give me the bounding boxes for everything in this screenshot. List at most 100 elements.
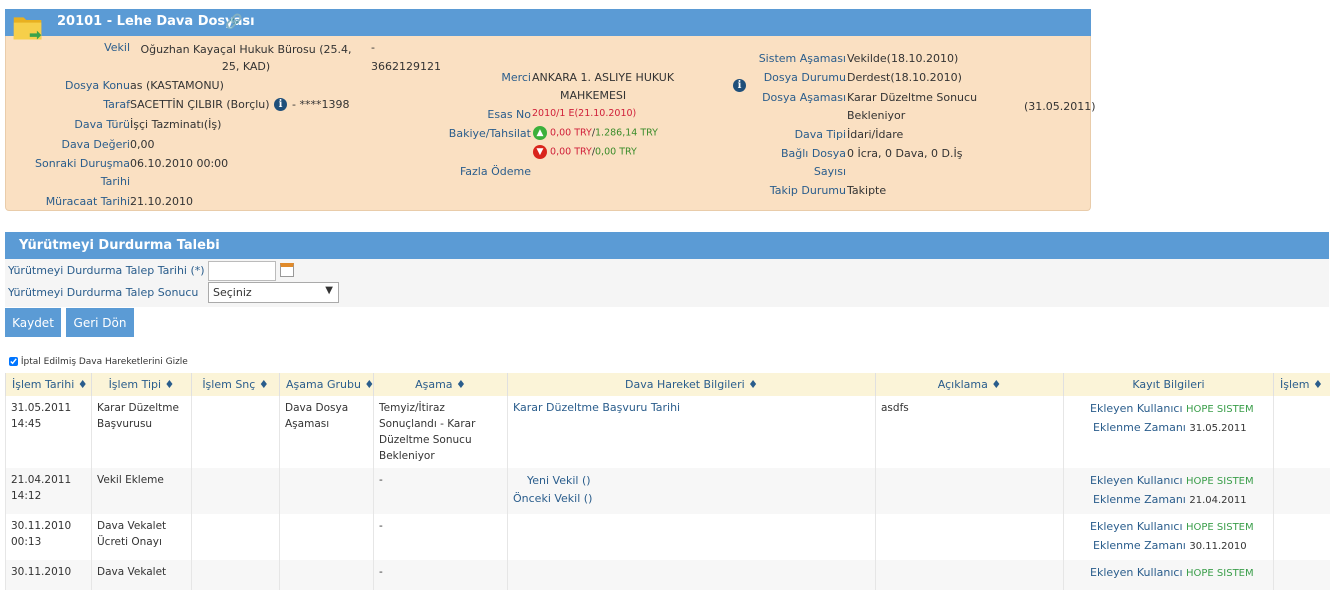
bakiye-dn-2: 0,00 TRY xyxy=(595,146,637,158)
taraf-id: - ****1398 xyxy=(292,98,350,111)
col-header-asama[interactable]: Aşama ♦ xyxy=(373,373,508,396)
table-header-row: İşlem Tarihi ♦ İşlem Tipi ♦ İşlem Snç ♦ … xyxy=(5,373,1330,396)
cell-type: Vekil Ekleme xyxy=(91,468,192,514)
dosya-konu-value: as (KASTAMONU) xyxy=(130,79,224,92)
col-header-dava-hareket[interactable]: Dava Hareket Bilgileri ♦ xyxy=(507,373,876,396)
col-header-asama-grubu[interactable]: Aşama Grubu ♦ xyxy=(279,373,374,396)
takip-durumu-value: Takipte xyxy=(847,184,887,197)
cell-info: Yeni Vekil () Önceki Vekil () xyxy=(507,468,876,514)
col-header-islem[interactable]: İşlem ♦ xyxy=(1273,373,1330,396)
cell-stage: Temyiz/İtiraz Sonuçlandı - Karar Düzeltm… xyxy=(373,396,508,468)
info-icon[interactable]: i xyxy=(274,98,287,111)
sonraki-durusma-label-2: Tarihi xyxy=(100,175,130,188)
table-row: 30.11.2010 00:13 Dava Vekalet Ücreti Onay… xyxy=(5,514,1330,560)
cell-result xyxy=(191,396,280,468)
cell-action[interactable] xyxy=(1273,468,1330,514)
folder-icon xyxy=(13,17,42,40)
dava-tipi-label: Dava Tipi xyxy=(794,128,846,141)
muracaat-value: 21.10.2010 xyxy=(130,195,193,208)
cell-type: Dava Vekalet xyxy=(91,560,192,590)
cell-info xyxy=(507,560,876,590)
col-header-kayit-bilgileri: Kayıt Bilgileri xyxy=(1063,373,1274,396)
bagli-dosya-value: 0 İcra, 0 Dava, 0 D.İş xyxy=(847,147,963,160)
col-header-islem-tarihi[interactable]: İşlem Tarihi ♦ xyxy=(5,373,92,396)
cell-action[interactable] xyxy=(1273,396,1330,468)
bakiye-dn-1: 0,00 TRY xyxy=(550,146,592,158)
cell-group: Dava Dosya Aşaması xyxy=(279,396,374,468)
merci-value-2: MAHKEMESI xyxy=(560,89,627,102)
save-button[interactable]: Kaydet xyxy=(5,308,61,337)
calendar-icon[interactable] xyxy=(280,263,294,277)
merci-value: ANKARA 1. ASLIYE HUKUK xyxy=(532,71,675,84)
dosya-durumu-value: Derdest(18.10.2010) xyxy=(847,71,962,84)
dava-turu-value: İşçi Tazminatı(İş) xyxy=(130,118,222,131)
cell-action[interactable] xyxy=(1273,560,1330,590)
dava-turu-label: Dava Türü xyxy=(74,118,130,131)
vekil-phone: 3662129121 xyxy=(371,60,441,73)
sistem-asamasi-label: Sistem Aşaması xyxy=(758,52,846,65)
merci-label: Merci xyxy=(501,71,531,84)
case-history-table: İşlem Tarihi ♦ İşlem Tipi ♦ İşlem Snç ♦ … xyxy=(5,373,1330,590)
cell-desc: asdfs xyxy=(875,396,1064,468)
bakiye-down-row: ▼ 0,00 TRY/0,00 TRY xyxy=(533,145,637,159)
hide-cancelled-checkbox[interactable] xyxy=(9,357,18,366)
esas-value: 2010/1 E(21.10.2010) xyxy=(532,108,637,119)
cell-type: Dava Vekalet Ücreti Onayı xyxy=(91,514,192,560)
cell-group xyxy=(279,514,374,560)
cell-result xyxy=(191,560,280,590)
taraf-label: Taraf xyxy=(103,98,130,111)
dosya-durumu-label: Dosya Durumu xyxy=(763,71,846,84)
dosya-konu-label: Dosya Konu xyxy=(64,79,130,92)
cell-desc xyxy=(875,468,1064,514)
bakiye-up-2: 1.286,14 TRY xyxy=(595,127,658,139)
dava-degeri-value: 0,00 xyxy=(130,138,155,151)
cell-type: Karar Düzeltme Başvurusu xyxy=(91,396,192,468)
sistem-asamasi-value: Vekilde(18.10.2010) xyxy=(847,52,959,65)
cell-stage: - xyxy=(373,514,508,560)
sonraki-durusma-label: Sonraki Duruşma xyxy=(35,157,130,170)
cell-date: 21.04.2011 14:12 xyxy=(5,468,92,514)
cell-date: 30.11.2010 00:13 xyxy=(5,514,92,560)
cell-stage: - xyxy=(373,468,508,514)
vekil-dash: - xyxy=(371,41,375,54)
cell-stage: - xyxy=(373,560,508,590)
col-header-islem-snc[interactable]: İşlem Snç ♦ xyxy=(191,373,280,396)
cell-info: Karar Düzeltme Başvuru Tarihi xyxy=(507,396,876,468)
form-title: Yürütmeyi Durdurma Talebi xyxy=(19,238,220,253)
link-icon[interactable]: 🔗 xyxy=(225,14,242,30)
cell-date: 31.05.2011 14:45 xyxy=(5,396,92,468)
back-button[interactable]: Geri Dön xyxy=(66,308,134,337)
cell-info xyxy=(507,514,876,560)
cell-group xyxy=(279,560,374,590)
col-header-islem-tipi[interactable]: İşlem Tipi ♦ xyxy=(91,373,192,396)
talep-sonucu-label: Yürütmeyi Durdurma Talep Sonucu xyxy=(8,286,199,299)
esas-label: Esas No xyxy=(487,108,531,121)
vekil-value: Oğuzhan Kayaçal Hukuk Bürosu (25.4, 25, … xyxy=(140,43,352,73)
cell-action[interactable] xyxy=(1273,514,1330,560)
bakiye-up-1: 0,00 TRY xyxy=(550,127,592,139)
dosya-asamasi-date: (31.05.2011) xyxy=(1024,100,1096,113)
bagli-dosya-label-2: Sayısı xyxy=(813,165,846,178)
talep-tarihi-input[interactable] xyxy=(208,261,276,281)
dosya-asamasi-label: Dosya Aşaması xyxy=(762,91,846,104)
info-icon[interactable]: i xyxy=(733,79,746,92)
sonraki-durusma-value: 06.10.2010 00:00 xyxy=(130,157,229,170)
hide-cancelled-label: İptal Edilmiş Dava Hareketlerini Gizle xyxy=(20,357,188,367)
cell-date: 30.11.2010 xyxy=(5,560,92,590)
fazla-odeme-label: Fazla Ödeme xyxy=(459,165,531,178)
chevron-down-icon: ▼ xyxy=(325,285,333,296)
table-row: 31.05.2011 14:45 Karar Düzeltme Başvurusu… xyxy=(5,396,1330,468)
cell-group xyxy=(279,468,374,514)
talep-sonucu-selected: Seçiniz xyxy=(213,286,252,299)
cell-record: Ekleyen Kullanıcı HOPE SISTEM Eklenme Zam… xyxy=(1063,514,1274,560)
cell-desc xyxy=(875,560,1064,590)
vekil-label: Vekil xyxy=(104,41,130,54)
dosya-asamasi-value-2: Bekleniyor xyxy=(847,109,906,122)
col-header-aciklama[interactable]: Açıklama ♦ xyxy=(875,373,1064,396)
bakiye-label: Bakiye/Tahsilat xyxy=(448,127,531,140)
dava-tipi-value: İdari/İdare xyxy=(847,128,904,141)
talep-sonucu-select[interactable]: Seçiniz ▼ xyxy=(208,282,339,303)
cell-record: Ekleyen Kullanıcı HOPE SISTEM xyxy=(1063,560,1274,590)
table-row: 21.04.2011 14:12 Vekil Ekleme - Yeni Veki… xyxy=(5,468,1330,514)
bakiye-up-row: ▲ 0,00 TRY/1.286,14 TRY xyxy=(533,126,658,140)
